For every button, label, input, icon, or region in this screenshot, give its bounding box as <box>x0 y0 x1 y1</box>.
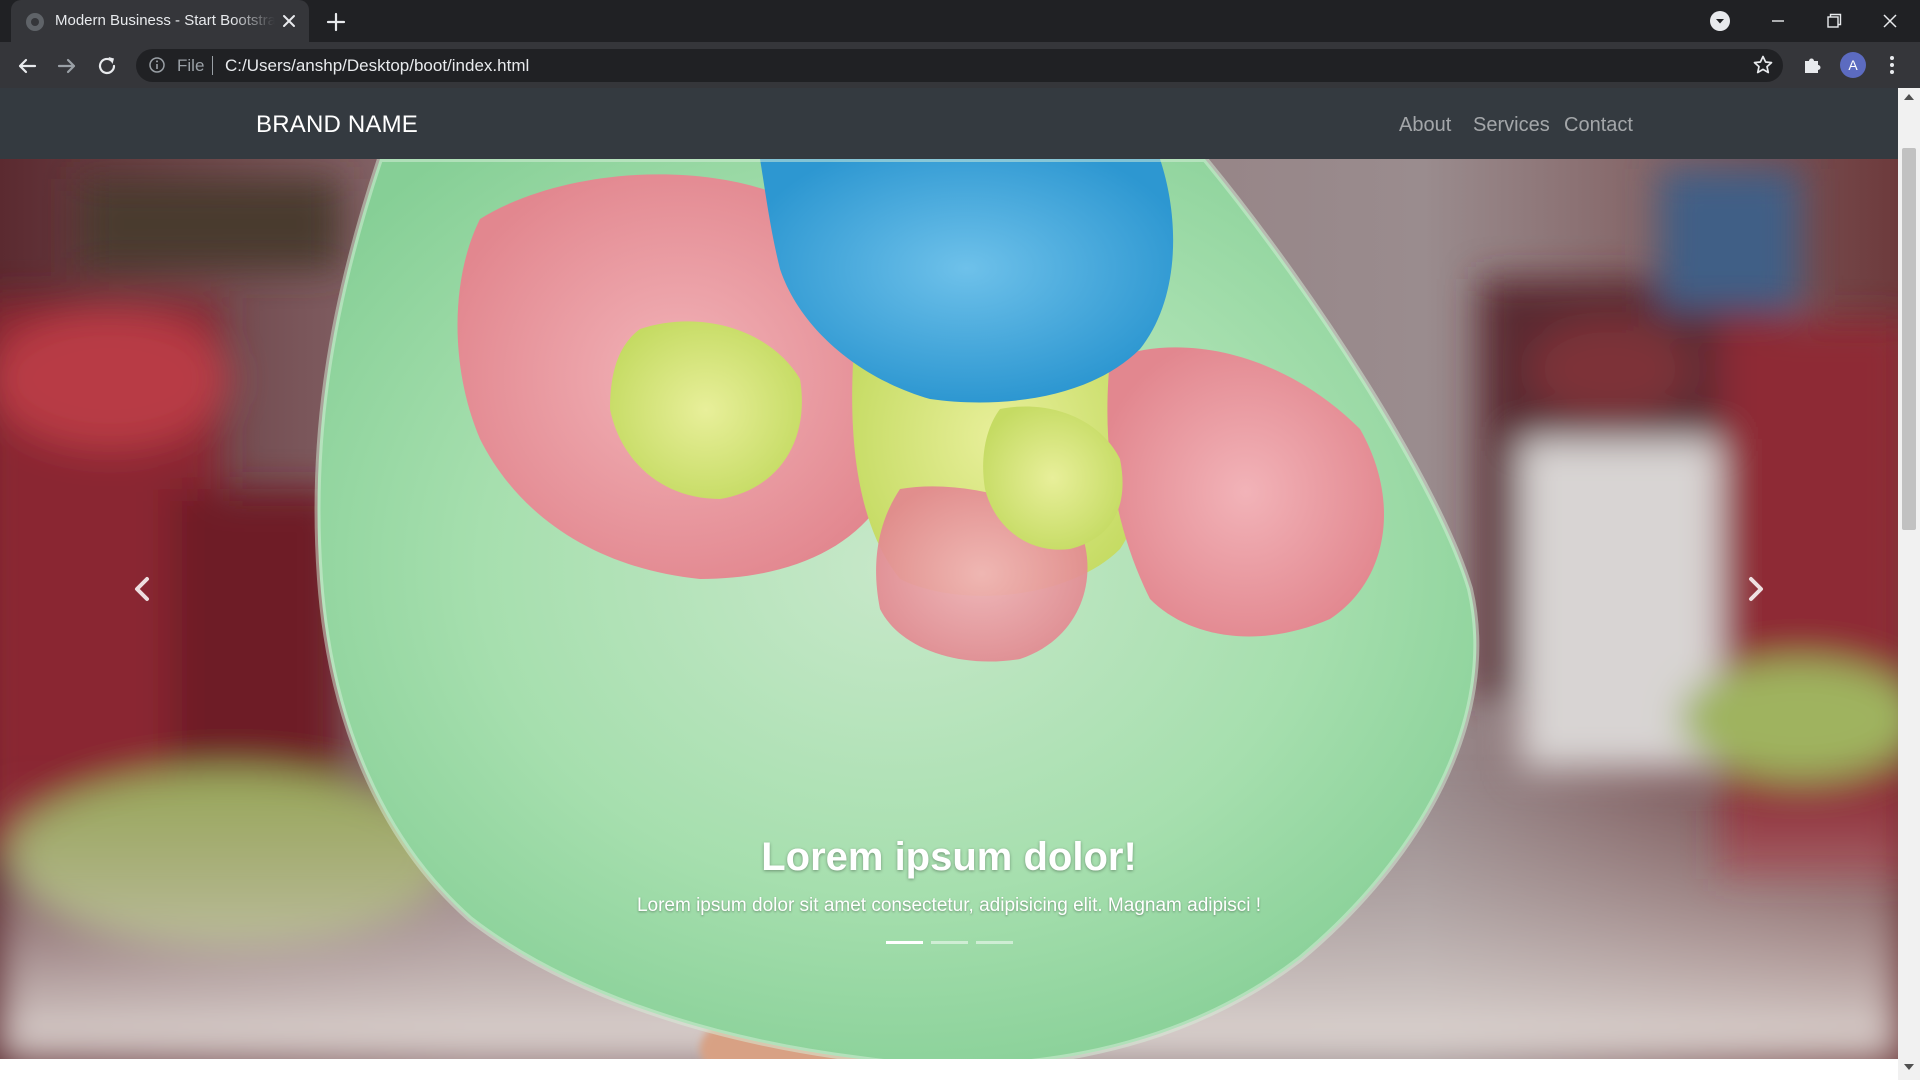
browser-tab[interactable]: Modern Business - Start Bootstrap Templa… <box>11 0 309 42</box>
brand-link[interactable]: BRAND NAME <box>256 111 418 139</box>
scrollbar-thumb[interactable] <box>1902 148 1916 530</box>
carousel-prev-icon[interactable] <box>123 569 163 609</box>
carousel-indicator-2[interactable] <box>931 941 968 944</box>
carousel-caption-text: Lorem ipsum dolor sit amet consectetur, … <box>636 895 1262 916</box>
carousel-indicator-1[interactable] <box>886 941 923 944</box>
forward-arrow-icon[interactable] <box>53 52 81 80</box>
file-scheme-label: File <box>177 56 205 75</box>
address-separator <box>212 56 213 75</box>
slide-image <box>0 159 1898 1059</box>
nav-link-contact[interactable]: Contact <box>1564 113 1633 137</box>
close-window-icon[interactable] <box>1877 8 1903 34</box>
minimize-icon[interactable] <box>1765 8 1791 34</box>
puzzle-icon[interactable] <box>1800 52 1826 78</box>
carousel: Lorem ipsum dolor! Lorem ipsum dolor sit… <box>0 159 1898 1059</box>
reload-icon[interactable] <box>93 52 121 80</box>
tab-title: Modern Business - Start Bootstrap Templa… <box>55 12 275 29</box>
nav-link-about[interactable]: About <box>1399 113 1451 137</box>
tab-favicon-icon <box>26 13 44 31</box>
back-arrow-icon[interactable] <box>13 52 41 80</box>
page-viewport: BRAND NAME About Services Contact Lorem … <box>0 88 1898 1080</box>
carousel-caption-title: Lorem ipsum dolor! <box>761 835 1137 879</box>
chevron-down-icon <box>1716 19 1724 24</box>
profile-dropdown-icon[interactable] <box>1710 11 1730 31</box>
scroll-up-icon[interactable] <box>1898 88 1920 106</box>
info-icon[interactable] <box>148 56 166 74</box>
maximize-icon[interactable] <box>1821 8 1847 34</box>
carousel-next-icon[interactable] <box>1735 569 1775 609</box>
scroll-down-icon[interactable] <box>1898 1058 1920 1076</box>
site-navbar: BRAND NAME About Services Contact <box>0 88 1898 159</box>
url-text[interactable]: C:/Users/anshp/Desktop/boot/index.html <box>225 55 529 77</box>
page-bottom <box>0 1059 1898 1080</box>
plus-icon[interactable] <box>324 10 348 34</box>
close-icon[interactable] <box>279 11 299 31</box>
avatar[interactable]: A <box>1840 52 1866 78</box>
star-icon[interactable] <box>1751 53 1775 77</box>
carousel-indicator-3[interactable] <box>976 941 1013 944</box>
kebab-menu-icon[interactable] <box>1886 52 1898 78</box>
nav-link-services[interactable]: Services <box>1473 113 1550 137</box>
